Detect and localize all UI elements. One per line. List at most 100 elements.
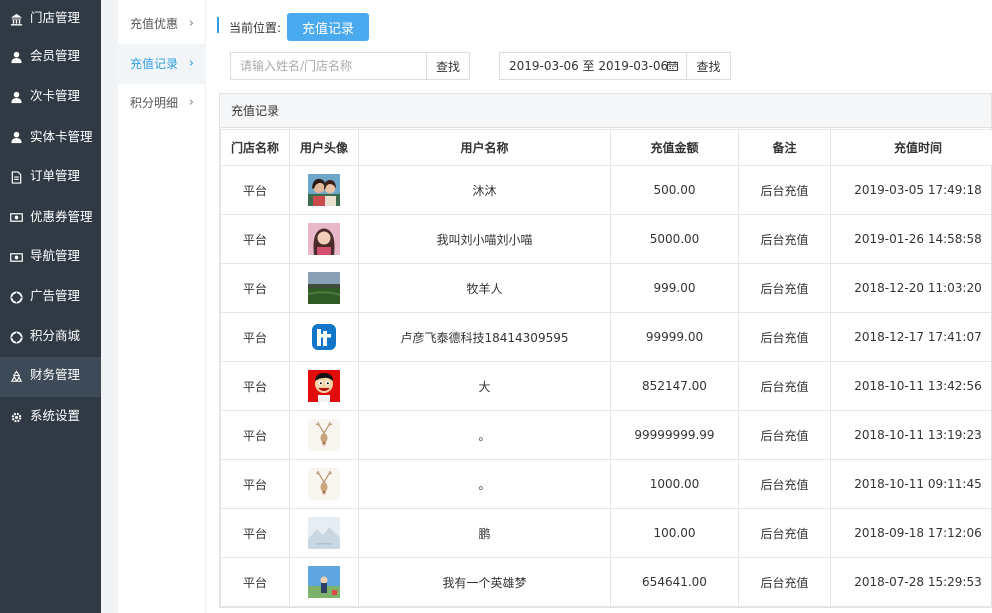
table-row: 平台 牧羊人 999.00 后台充值 2018-12-20 11:03:20 [220, 263, 992, 313]
cell-time: 2018-10-11 13:19:23 [830, 410, 992, 460]
avatar[interactable] [308, 321, 340, 353]
main-sidebar: 门店管理 会员管理 次卡管理 实体卡管理 订单管理 优惠券管理 导航管理 广告管… [0, 0, 101, 613]
cell-note: 后台充值 [738, 508, 831, 558]
cell-avatar [289, 508, 359, 558]
cell-avatar [289, 165, 359, 215]
table-row: 平台 大 852147.00 后台充值 2018-10-11 13:42:56 [220, 361, 992, 411]
user-icon [9, 90, 23, 104]
table-row: 平台 卢彦飞泰德科技18414309595 99999.00 后台充值 2018-12-… [220, 312, 992, 362]
column-header-store[interactable]: 门店名称 [220, 129, 290, 166]
recharge-records-table: 门店名称 用户头像 用户名称 充值金额 备注 充值时间 平台 沐沐 500.00 后台… [220, 129, 992, 607]
recycle-icon [9, 369, 23, 383]
submenu-item-recharge-records[interactable]: 充值记录 › [118, 44, 206, 84]
cell-store: 平台 [220, 410, 290, 460]
submenu-item-label: 充值记录 [130, 57, 179, 71]
sidebar-item-navigation[interactable]: 导航管理 [0, 238, 101, 278]
sidebar-item-ads[interactable]: 广告管理 [0, 278, 101, 318]
sidebar-item-settings[interactable]: 系统设置 [0, 398, 101, 438]
avatar[interactable] [308, 468, 340, 500]
cell-time: 2018-12-17 17:41:07 [830, 312, 992, 362]
cell-store: 平台 [220, 557, 290, 607]
sidebar-item-label: 广告管理 [30, 288, 81, 303]
cell-note: 后台充值 [738, 557, 831, 607]
date-range-picker[interactable]: 2019-03-06 至 2019-03-06 [499, 52, 687, 80]
cell-store: 平台 [220, 165, 290, 215]
cell-amount: 999.00 [610, 263, 739, 313]
breadcrumb-marker [217, 17, 219, 33]
cell-avatar [289, 214, 359, 264]
sidebar-item-physical-card[interactable]: 实体卡管理 [0, 119, 101, 159]
sidebar-item-label: 导航管理 [30, 248, 81, 263]
cell-time: 2018-12-20 11:03:20 [830, 263, 992, 313]
avatar[interactable] [308, 370, 340, 402]
cell-amount: 99999999.99 [610, 410, 739, 460]
sidebar-item-times-card[interactable]: 次卡管理 [0, 78, 101, 118]
cell-avatar [289, 312, 359, 362]
cell-note: 后台充值 [738, 312, 831, 362]
breadcrumb-current-button[interactable]: 充值记录 [287, 13, 369, 41]
table-row: 平台 鹏 100.00 后台充值 2018-09-18 17:12:06 [220, 508, 992, 558]
sidebar-item-members[interactable]: 会员管理 [0, 38, 101, 78]
cell-time: 2019-01-26 14:58:58 [830, 214, 992, 264]
cell-store: 平台 [220, 361, 290, 411]
sidebar-item-label: 实体卡管理 [30, 129, 93, 144]
table-row: 平台 。 1000.00 后台充值 2018-10-11 09:11:45 [220, 459, 992, 509]
column-header-note[interactable]: 备注 [738, 129, 831, 166]
submenu-item-points-detail[interactable]: 积分明细 › [118, 83, 206, 123]
sidebar-item-orders[interactable]: 订单管理 [0, 158, 101, 198]
sidebar-item-store[interactable]: 门店管理 [0, 0, 101, 40]
cell-time: 2018-07-28 15:29:53 [830, 557, 992, 607]
cell-avatar [289, 459, 359, 509]
cell-time: 2018-10-11 09:11:45 [830, 459, 992, 509]
cell-time: 2019-03-05 17:49:18 [830, 165, 992, 215]
cell-avatar [289, 557, 359, 607]
cell-avatar [289, 263, 359, 313]
cell-username: 鹏 [358, 508, 611, 558]
column-header-time[interactable]: 充值时间 [830, 129, 992, 166]
avatar[interactable] [307, 272, 341, 304]
cell-amount: 500.00 [610, 165, 739, 215]
avatar[interactable] [308, 223, 340, 255]
table-header-row: 门店名称 用户头像 用户名称 充值金额 备注 充值时间 [220, 129, 992, 166]
cell-note: 后台充值 [738, 410, 831, 460]
avatar[interactable] [308, 419, 340, 451]
sidebar-gap [101, 0, 118, 613]
sidebar-item-coupons[interactable]: 优惠券管理 [0, 199, 101, 239]
avatar[interactable] [308, 517, 340, 549]
search-button[interactable]: 查找 [426, 52, 470, 80]
cell-username: 。 [358, 459, 611, 509]
search-input[interactable] [230, 52, 427, 80]
submenu-item-recharge-discount[interactable]: 充值优惠 › [118, 4, 206, 44]
cell-username: 我叫刘小喵刘小喵 [358, 214, 611, 264]
avatar[interactable] [308, 566, 340, 598]
chevron-right-icon: › [188, 16, 194, 31]
cell-username: 大 [358, 361, 611, 411]
panel-title: 充值记录 [220, 94, 991, 128]
cell-username: 沐沐 [358, 165, 611, 215]
sidebar-item-points-mall[interactable]: 积分商城 [0, 318, 101, 358]
column-header-amount[interactable]: 充值金额 [610, 129, 739, 166]
avatar[interactable] [308, 174, 340, 206]
submenu-item-label: 充值优惠 [130, 17, 179, 31]
cell-username: 牧羊人 [358, 263, 611, 313]
date-range-value: 2019-03-06 至 2019-03-06 [509, 59, 669, 73]
date-search-button[interactable]: 查找 [686, 52, 731, 80]
submenu-item-label: 积分明细 [130, 96, 179, 110]
cell-amount: 5000.00 [610, 214, 739, 264]
cell-store: 平台 [220, 459, 290, 509]
sidebar-item-finance[interactable]: 财务管理 [0, 357, 101, 397]
chevron-right-icon: › [188, 56, 194, 71]
column-header-avatar[interactable]: 用户头像 [289, 129, 359, 166]
sidebar-item-label: 会员管理 [30, 48, 81, 63]
cell-note: 后台充值 [738, 361, 831, 411]
cell-note: 后台充值 [738, 214, 831, 264]
cell-avatar [289, 361, 359, 411]
column-header-username[interactable]: 用户名称 [358, 129, 611, 166]
sidebar-item-label: 订单管理 [30, 168, 81, 183]
cell-amount: 100.00 [610, 508, 739, 558]
cell-amount: 852147.00 [610, 361, 739, 411]
finance-submenu: 充值优惠 › 充值记录 › 积分明细 › [118, 0, 206, 613]
sidebar-item-label: 积分商城 [30, 328, 81, 343]
lifebuoy-icon [9, 290, 23, 304]
breadcrumb-label: 当前位置: [229, 21, 282, 35]
